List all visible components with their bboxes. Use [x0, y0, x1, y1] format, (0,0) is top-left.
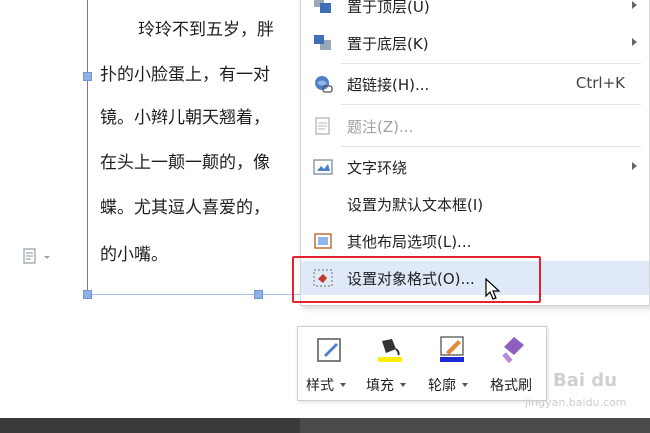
caption-icon	[313, 117, 333, 135]
menu-item-send-to-back[interactable]: 置于底层(K)	[301, 26, 649, 60]
text-box[interactable]: 玲玲不到五岁，胖 扑的小脸蛋上，有一对 镜。小辫儿朝天翘着， 在头上一颠一颠的，…	[87, 0, 309, 295]
status-bar	[0, 418, 650, 433]
format-painter-icon	[500, 335, 528, 365]
watermark: Bai du jingyan.baidu.com	[525, 370, 645, 415]
selection-handle-left[interactable]	[83, 72, 92, 81]
menu-item-label: 其他布局选项(L)...	[347, 233, 472, 251]
dropdown-arrow-icon	[462, 383, 468, 387]
layout-options-icon	[313, 232, 333, 250]
style-brush-icon	[316, 335, 344, 365]
dropdown-arrow-icon	[340, 383, 346, 387]
style-button[interactable]: 样式	[304, 333, 354, 398]
status-bar-segment	[0, 418, 300, 433]
menu-separator	[341, 63, 641, 64]
outline-pen-icon	[438, 335, 466, 365]
paragraph-line: 在头上一颠一颠的，像	[100, 153, 270, 173]
tool-label: 填充	[366, 378, 394, 394]
text-wrap-icon	[313, 158, 333, 176]
menu-item-label: 设置为默认文本框(I)	[347, 196, 484, 214]
watermark-url: jingyan.baidu.com	[525, 396, 627, 409]
selection-handle-bottom-left[interactable]	[83, 290, 92, 299]
menu-item-caption: 题注(Z)...	[301, 109, 649, 143]
submenu-arrow-icon	[632, 38, 637, 46]
paragraph-line: 的小嘴。	[100, 245, 168, 265]
menu-item-label: 文字环绕	[347, 159, 408, 177]
menu-item-set-default-textbox[interactable]: 设置为默认文本框(I)	[301, 187, 649, 221]
tool-label: 轮廓	[428, 378, 456, 394]
outline-button[interactable]: 轮廓	[426, 333, 476, 398]
submenu-arrow-icon	[632, 162, 637, 170]
paragraph-line: 镜。小辫儿朝天翘着，	[100, 108, 270, 128]
hyperlink-icon	[313, 75, 333, 93]
menu-separator	[341, 146, 641, 147]
menu-item-text-wrap[interactable]: 文字环绕	[301, 150, 649, 184]
dropdown-arrow-icon	[400, 383, 406, 387]
shortcut-label: Ctrl+K	[575, 74, 625, 92]
send-to-back-icon	[313, 34, 333, 52]
menu-item-label: 题注(Z)...	[347, 118, 414, 136]
menu-item-layout-options[interactable]: 其他布局选项(L)...	[301, 224, 649, 258]
selection-handle-bottom[interactable]	[254, 290, 263, 299]
annotation-highlight-box	[292, 256, 541, 303]
menu-item-bring-to-front[interactable]: 置于顶层(U)	[301, 0, 649, 23]
mini-toolbar: 样式 填充 轮廓 格式刷	[297, 326, 547, 401]
bring-to-front-icon	[313, 0, 333, 15]
fill-bucket-icon	[376, 335, 404, 365]
paragraph-line: 玲玲不到五岁，胖	[138, 20, 274, 40]
watermark-brand: Bai du	[553, 370, 618, 391]
paragraph-line: 蝶。尤其逗人喜爱的，	[100, 198, 270, 218]
menu-item-label: 置于底层(K)	[347, 35, 429, 53]
menu-item-hyperlink[interactable]: 超链接(H)... Ctrl+K	[301, 67, 649, 101]
menu-item-label: 置于顶层(U)	[347, 0, 430, 16]
fill-button[interactable]: 填充	[364, 333, 414, 398]
mouse-cursor-icon	[485, 277, 503, 302]
menu-item-label: 超链接(H)...	[347, 76, 430, 94]
paragraph-layout-icon[interactable]	[22, 247, 54, 267]
menu-separator	[341, 104, 641, 105]
tool-label: 样式	[306, 378, 334, 394]
paragraph-line: 扑的小脸蛋上，有一对	[100, 65, 270, 85]
submenu-arrow-icon	[632, 1, 637, 9]
